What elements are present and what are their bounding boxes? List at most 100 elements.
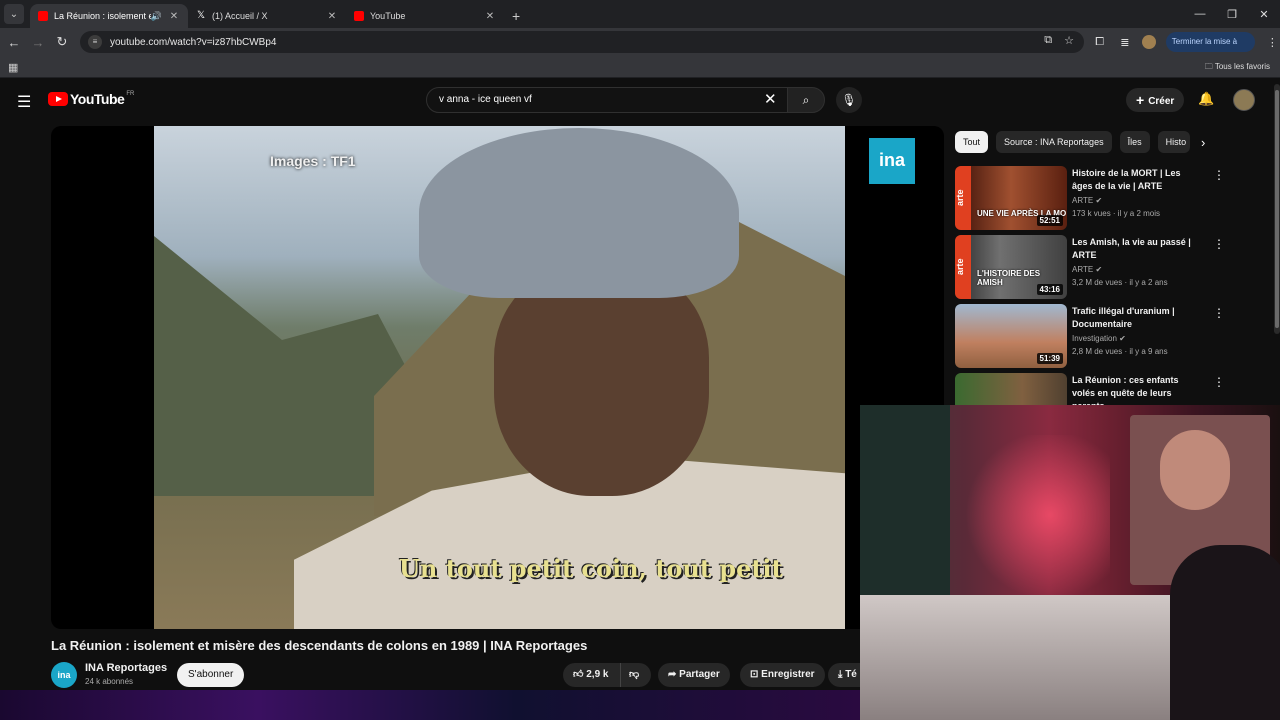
recommendation-channel[interactable]: ARTE ✔ [1072, 265, 1102, 274]
browser-tab-strip: ⌄ La Réunion : isolement et m 🔊 ✕ 𝕏 (1) … [0, 0, 1280, 28]
video-thumbnail[interactable]: 51:39 [955, 304, 1067, 368]
share-label: Partager [679, 669, 720, 680]
browser-tab-x[interactable]: 𝕏 (1) Accueil / X ✕ [188, 4, 346, 28]
hamburger-menu-icon[interactable]: ☰ [17, 92, 31, 112]
dislike-button[interactable]: 👎︎ [621, 663, 651, 687]
menu-kebab-icon[interactable]: ⋮ [1265, 36, 1280, 49]
subscribe-button[interactable]: S'abonner [177, 663, 245, 687]
thumbs-up-icon: 👍︎ [573, 669, 584, 680]
country-code: FR [126, 91, 135, 97]
video-duration: 43:16 [1036, 284, 1063, 295]
share-button[interactable]: ➦ Partager [658, 663, 730, 687]
tab-title: YouTube [370, 11, 406, 21]
browser-tab-youtube[interactable]: YouTube ✕ [346, 4, 504, 28]
recommendation-meta: 173 k vues · il y a 2 mois [1072, 209, 1161, 218]
new-tab-button[interactable]: + [512, 8, 520, 24]
webcam-person [1170, 545, 1280, 720]
install-app-icon[interactable]: ⧉ [1044, 34, 1052, 47]
youtube-logo[interactable]: YouTube FR [48, 91, 134, 107]
extensions-icon[interactable]: ⧠ [1092, 36, 1107, 49]
more-actions-icon[interactable]: ⋮ [1213, 375, 1225, 389]
save-playlist-icon: ⊡ [750, 669, 759, 680]
download-button[interactable]: ⤓ Té [828, 663, 860, 687]
apps-grid-icon[interactable]: ▦ [8, 61, 18, 74]
search-icon: ⌕ [802, 93, 810, 107]
video-thumbnail[interactable]: arte UNE VIE APRÈS LA MO 52:51 [955, 166, 1067, 230]
minimize-icon[interactable]: — [1184, 8, 1216, 20]
reload-icon[interactable]: ↻ [50, 34, 74, 50]
recommendation-title[interactable]: Trafic illégal d'uranium | Documentaire [1072, 305, 1202, 331]
video-player[interactable]: Images : TF1 ina Un tout petit coin, tou… [51, 126, 944, 629]
youtube-favicon-icon [38, 11, 48, 21]
reading-list-icon[interactable]: ≣ [1117, 36, 1132, 49]
more-actions-icon[interactable]: ⋮ [1213, 168, 1225, 182]
like-button[interactable]: 👍︎ 2,9 k [563, 663, 621, 687]
recommendation-meta: 3,2 M de vues · il y a 2 ans [1072, 278, 1168, 287]
bookmark-star-icon[interactable]: ☆ [1064, 34, 1074, 47]
chip-source[interactable]: Source : INA Reportages [996, 131, 1112, 153]
youtube-wordmark: YouTube [70, 91, 125, 107]
recommendation-title[interactable]: Les Amish, la vie au passé | ARTE [1072, 236, 1202, 262]
save-button[interactable]: ⊡ Enregistrer [740, 663, 825, 687]
recommendation-item[interactable]: 51:39 Trafic illégal d'uranium | Documen… [955, 304, 1225, 368]
update-button[interactable]: Terminer la mise à jour [1165, 32, 1255, 66]
video-frame: Images : TF1 ina Un tout petit coin, tou… [154, 126, 915, 629]
address-bar[interactable]: ≡ youtube.com/watch?v=iz87hbCWBp4 ⧉ ☆ [80, 31, 1084, 53]
chip-history[interactable]: Histo [1157, 131, 1190, 153]
tab-search-button[interactable]: ⌄ [4, 4, 24, 24]
all-favorites-folder[interactable]: 🗀 Tous les favoris [1205, 61, 1270, 75]
channel-label: ARTE [1072, 265, 1094, 274]
verified-icon: ✔ [1095, 265, 1103, 274]
search-button[interactable]: ⌕ [787, 87, 825, 113]
verified-icon: ✔ [1095, 196, 1103, 205]
all-favorites-label: Tous les favoris [1214, 62, 1270, 71]
channel-name[interactable]: INA Reportages [85, 662, 167, 674]
recommendation-item[interactable]: arte UNE VIE APRÈS LA MO 52:51 Histoire … [955, 166, 1225, 230]
back-icon[interactable]: ← [2, 35, 26, 50]
webcam-poster-face [1160, 430, 1230, 510]
chevron-right-icon[interactable]: › [1201, 135, 1205, 150]
close-tab-icon[interactable]: ✕ [484, 11, 496, 22]
url-text[interactable]: youtube.com/watch?v=iz87hbCWBp4 [110, 37, 276, 48]
site-info-icon[interactable]: ≡ [88, 35, 102, 49]
youtube-header: ☰ YouTube FR v anna - ice queen vf ✕ ⌕ 🎙… [0, 78, 1280, 122]
video-thumbnail[interactable]: arte L'HISTOIRE DES AMISH 43:16 [955, 235, 1067, 299]
speaker-icon[interactable]: 🔊 [151, 11, 162, 22]
close-window-icon[interactable]: ✕ [1248, 8, 1280, 21]
chip-islands[interactable]: Îles [1119, 131, 1150, 153]
recommendation-title[interactable]: Histoire de la MORT | Les âges de la vie… [1072, 167, 1202, 193]
close-tab-icon[interactable]: ✕ [326, 11, 338, 22]
browser-toolbar: ← → ↻ ≡ youtube.com/watch?v=iz87hbCWBp4 … [0, 28, 1280, 66]
search-input[interactable]: v anna - ice queen vf [426, 87, 789, 113]
download-label: Té [845, 669, 857, 680]
chip-all[interactable]: Tout [955, 131, 989, 153]
x-favicon-icon: 𝕏 [196, 10, 206, 21]
restore-icon[interactable]: ❐ [1216, 8, 1248, 21]
close-tab-icon[interactable]: ✕ [168, 11, 180, 22]
more-actions-icon[interactable]: ⋮ [1213, 237, 1225, 251]
account-avatar[interactable] [1233, 89, 1255, 111]
video-title: La Réunion : isolement et misère des des… [51, 638, 588, 653]
clear-search-icon[interactable]: ✕ [764, 90, 777, 108]
more-actions-icon[interactable]: ⋮ [1213, 306, 1225, 320]
filter-chips: Tout Source : INA Reportages Îles Histo [955, 131, 1190, 153]
page-scrollbar-thumb[interactable] [1275, 90, 1279, 328]
create-button[interactable]: + Créer [1126, 88, 1185, 112]
man-face [494, 266, 709, 496]
recommendation-channel[interactable]: ARTE ✔ [1072, 196, 1102, 205]
recommendation-item[interactable]: arte L'HISTOIRE DES AMISH 43:16 Les Amis… [955, 235, 1225, 299]
recommendation-channel[interactable]: Investigation ✔ [1072, 334, 1126, 343]
notifications-bell-icon[interactable]: 🔔 [1198, 91, 1214, 107]
channel-avatar[interactable]: ina [51, 662, 77, 688]
arte-logo-icon: arte [955, 166, 971, 230]
forward-icon[interactable]: → [26, 35, 50, 50]
tab-title: La Réunion : isolement et m [54, 11, 151, 21]
video-duration: 52:51 [1036, 215, 1063, 226]
plus-icon: + [1136, 92, 1145, 108]
save-label: Enregistrer [761, 669, 815, 680]
youtube-favicon-icon [354, 11, 364, 21]
video-watermark: Images : TF1 [270, 153, 356, 169]
voice-search-button[interactable]: 🎙 [836, 87, 862, 113]
profile-avatar[interactable] [1142, 35, 1156, 49]
browser-tab-active[interactable]: La Réunion : isolement et m 🔊 ✕ [30, 4, 188, 28]
